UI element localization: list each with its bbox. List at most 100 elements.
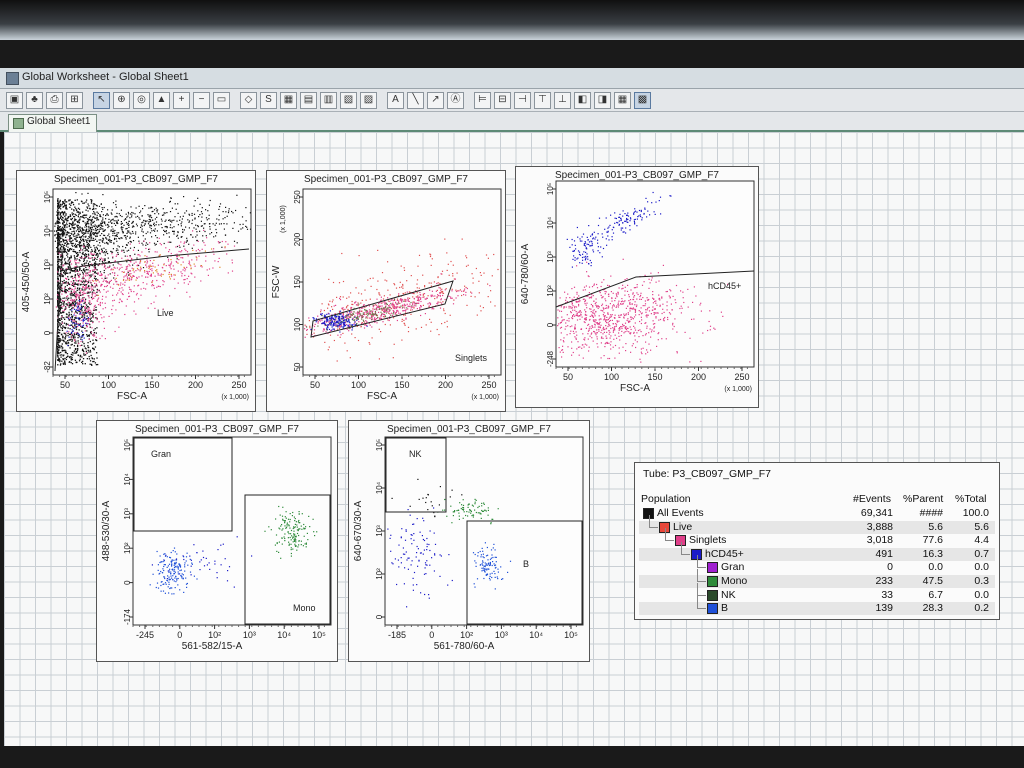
y-tick-label: 10² xyxy=(123,542,132,554)
plot-singlets[interactable]: Specimen_001-P3_CB097_GMP_F7 50 100 150 200… xyxy=(266,170,506,412)
y-tick-label: -248 xyxy=(546,350,555,367)
x-axis-label: FSC-A xyxy=(620,383,650,394)
population-color-swatch[interactable] xyxy=(707,603,718,615)
dot-plot-icon[interactable]: ▥ xyxy=(320,91,337,109)
zoom-icon[interactable]: ⊕ xyxy=(113,91,130,109)
population-percent-total: 4.4 xyxy=(974,534,989,547)
population-events: 3,018 xyxy=(866,534,893,547)
send-back-icon[interactable]: ◨ xyxy=(594,91,611,109)
zoom-in-icon[interactable]: + xyxy=(173,91,190,109)
x-tick-label: 200 xyxy=(691,372,706,382)
population-row[interactable]: Mono 233 47.5 0.3 xyxy=(639,569,995,588)
population-percent-total: 5.6 xyxy=(974,520,989,533)
population-row[interactable]: Singlets 3,018 77.6 4.4 xyxy=(639,528,995,547)
polygon-gate-icon[interactable]: ◇ xyxy=(240,91,257,109)
x-tick-label: 100 xyxy=(101,380,116,390)
x-multiplier: (x 1,000) xyxy=(221,394,249,401)
y-tick-label: -174 xyxy=(123,608,132,625)
population-row[interactable]: B 139 28.3 0.2 xyxy=(639,596,995,616)
population-percent-total: 0.3 xyxy=(974,575,989,587)
gate-icon[interactable]: ◎ xyxy=(133,91,150,109)
plot-live[interactable]: Specimen_001-P3_CB097_GMP_F7 50 100 150 200… xyxy=(16,170,256,412)
show-grid-icon[interactable]: ▦ xyxy=(614,91,631,109)
grid-icon[interactable]: ▤ xyxy=(300,91,317,109)
layout-icon[interactable]: ▭ xyxy=(213,91,230,109)
population-row[interactable]: All Events 69,341 #### 100.0 xyxy=(639,507,995,520)
zoom-out-icon[interactable]: − xyxy=(193,91,210,109)
align-right-icon[interactable]: ⊣ xyxy=(514,91,531,109)
worksheet-canvas[interactable]: Specimen_001-P3_CB097_GMP_F7 50 100 150 200… xyxy=(4,132,1024,746)
x-tick-label: 10³ xyxy=(495,630,508,640)
plot-gran-mono-svg: -245 0 10² 10³ 10⁴ 10⁵ -174 0 10² 10³ 10⁴ 10⁵ 561-58… xyxy=(101,436,332,652)
plot-nk-b[interactable]: Specimen_001-P3_CB097_GMP_F7 -185 0 10² 10³… xyxy=(348,420,590,662)
population-color-swatch[interactable] xyxy=(707,562,718,574)
plot-gran-mono[interactable]: Specimen_001-P3_CB097_GMP_F7 -245 0 10² 10³… xyxy=(96,420,338,662)
population-row[interactable]: Gran 0 0.0 0.0 xyxy=(639,555,995,574)
population-row[interactable]: Live 3,888 5.6 5.6 xyxy=(639,514,995,534)
x-tick-label: -245 xyxy=(136,630,154,640)
x-tick-label: 150 xyxy=(144,380,159,390)
import-icon[interactable]: ⊞ xyxy=(66,91,83,109)
y-tick-label: 100 xyxy=(293,317,302,331)
contour-icon[interactable]: ▧ xyxy=(340,91,357,109)
population-name: Live xyxy=(673,520,693,533)
population-stats-table[interactable]: Tube: P3_CB097_GMP_F7 Population #Events… xyxy=(634,462,1000,620)
line-icon[interactable]: ╲ xyxy=(407,91,424,109)
y-tick-label: 10² xyxy=(43,293,52,305)
gate-label: NK xyxy=(409,449,422,459)
bring-front-icon[interactable]: ◧ xyxy=(574,91,591,109)
x-axis-label: FSC-A xyxy=(367,391,397,402)
density-icon[interactable]: ▨ xyxy=(360,91,377,109)
text-icon[interactable]: A xyxy=(387,91,404,109)
x-tick-label: 0 xyxy=(429,630,434,640)
gate-label: hCD45+ xyxy=(708,281,741,291)
label-icon[interactable]: Ⓐ xyxy=(447,91,464,109)
toolbar-separator xyxy=(380,93,384,108)
plot-hcd45[interactable]: Specimen_001-P3_CB097_GMP_F7 50 100 150 200… xyxy=(515,166,759,408)
population-events: 139 xyxy=(875,602,893,615)
gate-label: B xyxy=(523,559,529,569)
table-icon[interactable]: ▩ xyxy=(634,91,651,109)
export-icon[interactable]: ⎙ xyxy=(46,91,63,109)
snap-gate-icon[interactable]: S xyxy=(260,91,277,109)
histogram-icon[interactable]: ▲ xyxy=(153,91,170,109)
plot-area xyxy=(302,188,502,376)
toolbar-separator xyxy=(86,93,90,108)
population-percent-total: 0.2 xyxy=(974,602,989,615)
toolbar: ▣ ♣ ⎙ ⊞ ↖ ⊕ ◎ ▲ + − ▭ ◇ S ▦ ▤ ▥ ▧ ▨ A ╲ ↗ Ⓐ ⊨ ⊟ ⊣ ⊤ ⊥ ◧ ◨ ▦ ▩ xyxy=(0,89,1024,112)
population-color-swatch[interactable] xyxy=(707,589,718,601)
x-tick-label: 200 xyxy=(188,380,203,390)
align-center-icon[interactable]: ⊟ xyxy=(494,91,511,109)
y-tick-label: 10² xyxy=(375,568,384,580)
y-tick-label: 0 xyxy=(123,580,132,585)
y-tick-label: 10³ xyxy=(43,259,52,271)
population-percent-parent: 47.5 xyxy=(922,575,943,587)
tree-connector xyxy=(697,569,706,582)
save-icon[interactable]: ▣ xyxy=(6,91,23,109)
print-icon[interactable]: ♣ xyxy=(26,91,43,109)
x-tick-label: 150 xyxy=(394,380,409,390)
population-percent-parent: 16.3 xyxy=(922,547,943,560)
y-tick-label: 10⁴ xyxy=(123,473,132,486)
pointer-icon[interactable]: ↖ xyxy=(93,91,110,109)
align-top-icon[interactable]: ⊤ xyxy=(534,91,551,109)
population-row[interactable]: NK 33 6.7 0.0 xyxy=(639,582,995,602)
tree-connector xyxy=(665,528,674,542)
y-tick-label: 10⁴ xyxy=(43,224,52,237)
x-tick-label: 10² xyxy=(208,630,221,640)
gate-label: Live xyxy=(157,308,174,318)
y-tick-label: 10³ xyxy=(546,251,555,263)
y-tick-label: 0 xyxy=(546,322,555,327)
population-color-swatch[interactable] xyxy=(707,576,718,587)
population-row[interactable]: hCD45+ 491 16.3 0.7 xyxy=(639,541,995,561)
align-left-icon[interactable]: ⊨ xyxy=(474,91,491,109)
y-tick-label: 50 xyxy=(293,362,302,371)
population-name: All Events xyxy=(657,507,704,519)
tab-global-sheet1[interactable]: Global Sheet1 xyxy=(8,114,98,132)
distribute-icon[interactable]: ⊥ xyxy=(554,91,571,109)
grid-layout-icon[interactable]: ▦ xyxy=(280,91,297,109)
plot-live-svg: 50 100 150 200 250 -82 0 10² 10³ 10⁴ 10⁵ FSC-A 405-4… xyxy=(21,188,252,402)
y-tick-label: 0 xyxy=(43,330,52,335)
x-multiplier: (x 1,000) xyxy=(471,394,499,401)
arrow-icon[interactable]: ↗ xyxy=(427,91,444,109)
